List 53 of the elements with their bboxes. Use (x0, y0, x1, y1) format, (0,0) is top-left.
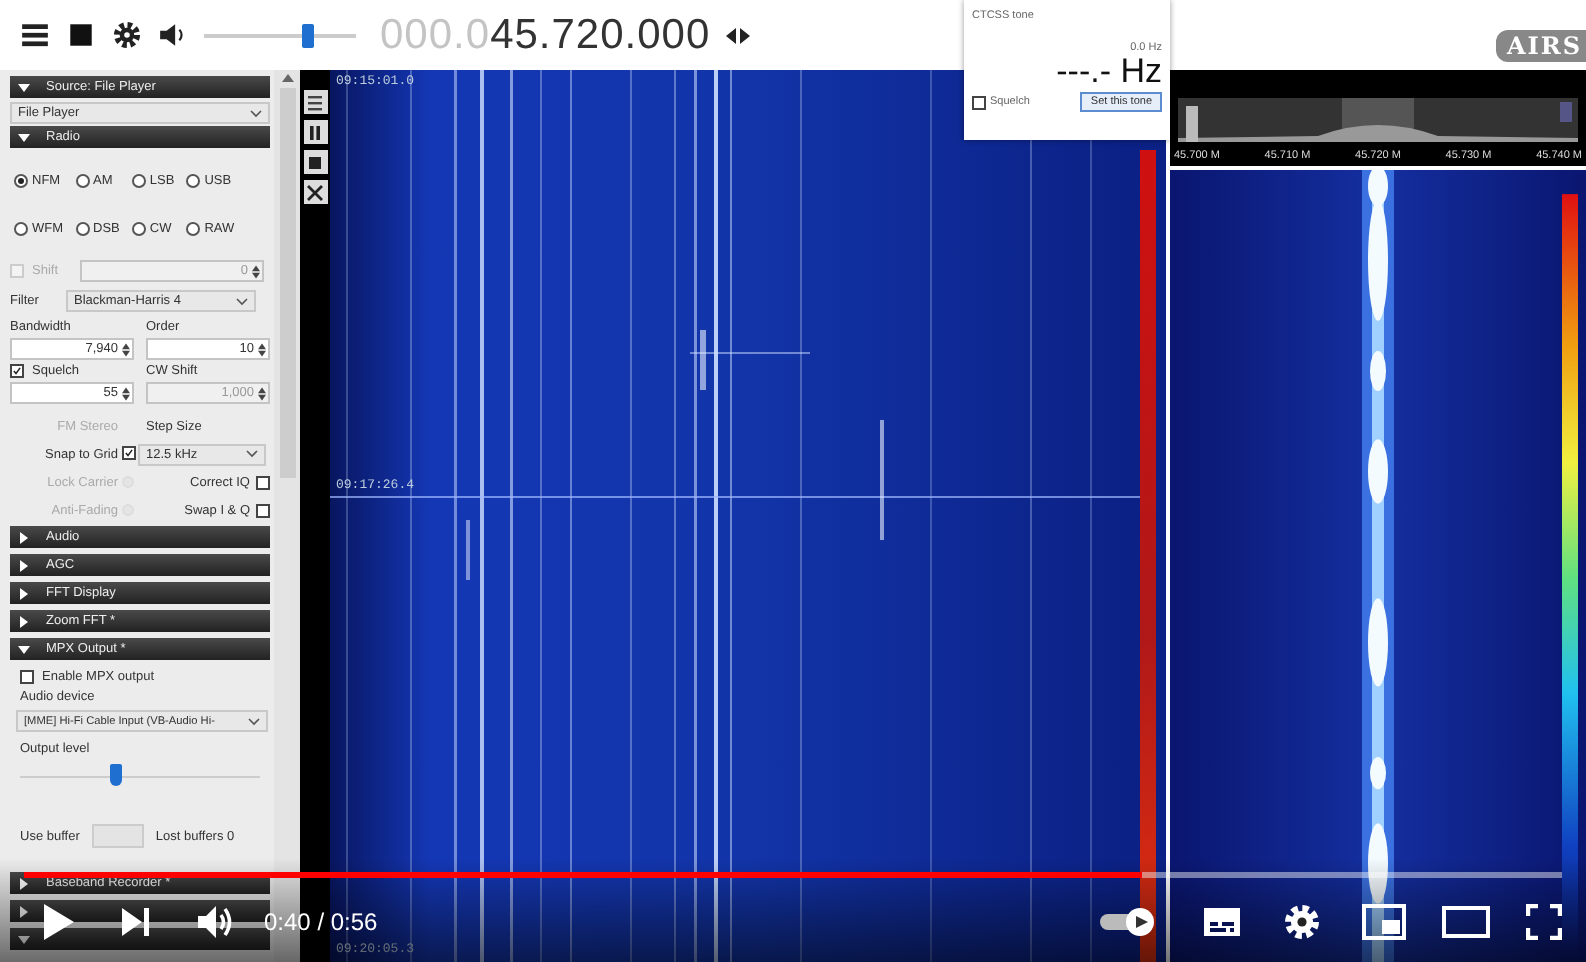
tools-icon (306, 183, 324, 201)
stop-button[interactable] (303, 150, 327, 174)
frequency-prefix: 000.0 (380, 11, 491, 59)
spinner-arrows-icon[interactable] (258, 341, 266, 357)
stop-icon[interactable] (66, 20, 96, 50)
volume-slider[interactable] (204, 21, 356, 49)
section-header[interactable] (10, 928, 270, 950)
scroll-up-icon[interactable] (281, 74, 293, 82)
checkbox[interactable] (256, 503, 270, 517)
spinner-arrows-icon[interactable] (252, 263, 260, 279)
left-right-arrows-icon[interactable] (726, 27, 751, 43)
dropdown-caret-icon (246, 450, 258, 458)
settings-icon[interactable] (112, 20, 142, 50)
checkbox[interactable] (972, 95, 986, 109)
tone-readout: ---.- Hz (1054, 54, 1162, 90)
collapse-triangle-icon[interactable] (18, 933, 30, 945)
expand-triangle-icon[interactable] (18, 559, 30, 571)
play-icon[interactable] (40, 902, 76, 942)
collapse-triangle-icon[interactable] (18, 131, 30, 143)
expand-triangle-icon[interactable] (18, 587, 30, 599)
checkbox[interactable] (122, 446, 136, 460)
list-icon (306, 93, 324, 111)
dropdown-caret-icon (236, 297, 248, 305)
tools-button[interactable] (303, 180, 327, 204)
spinner-arrows-icon[interactable] (122, 341, 130, 357)
collapse-triangle-icon[interactable] (18, 81, 30, 93)
collapse-triangle-icon[interactable] (18, 643, 30, 655)
next-icon[interactable] (120, 908, 152, 936)
dropdown-caret-icon (250, 109, 262, 117)
volume-icon[interactable] (196, 904, 236, 940)
expand-triangle-icon[interactable] (18, 531, 30, 543)
frequency-readout[interactable]: 45.720.000 (490, 11, 711, 59)
dropdown-caret-icon (248, 717, 260, 725)
list-button[interactable] (303, 90, 327, 114)
checkbox[interactable] (20, 670, 34, 684)
speaker-icon[interactable] (158, 20, 188, 50)
output-level-slider[interactable] (20, 764, 260, 788)
theater-mode-icon[interactable] (1442, 906, 1490, 938)
expand-triangle-icon[interactable] (18, 877, 30, 889)
menu-icon[interactable] (20, 20, 50, 50)
logo: AIRS (1496, 29, 1586, 61)
expand-triangle-icon[interactable] (18, 905, 30, 917)
autoplay-toggle[interactable] (1098, 906, 1158, 938)
checkbox[interactable] (10, 364, 24, 378)
expand-triangle-icon[interactable] (18, 615, 30, 627)
pause-button[interactable] (303, 120, 327, 144)
miniplayer-icon[interactable] (1362, 904, 1406, 940)
stop-icon (306, 153, 324, 171)
spinner-arrows-icon[interactable] (122, 385, 130, 401)
checkbox[interactable] (256, 475, 270, 489)
pause-icon (306, 123, 324, 141)
buffer-field[interactable] (91, 824, 144, 848)
fullscreen-icon[interactable] (1526, 904, 1562, 940)
